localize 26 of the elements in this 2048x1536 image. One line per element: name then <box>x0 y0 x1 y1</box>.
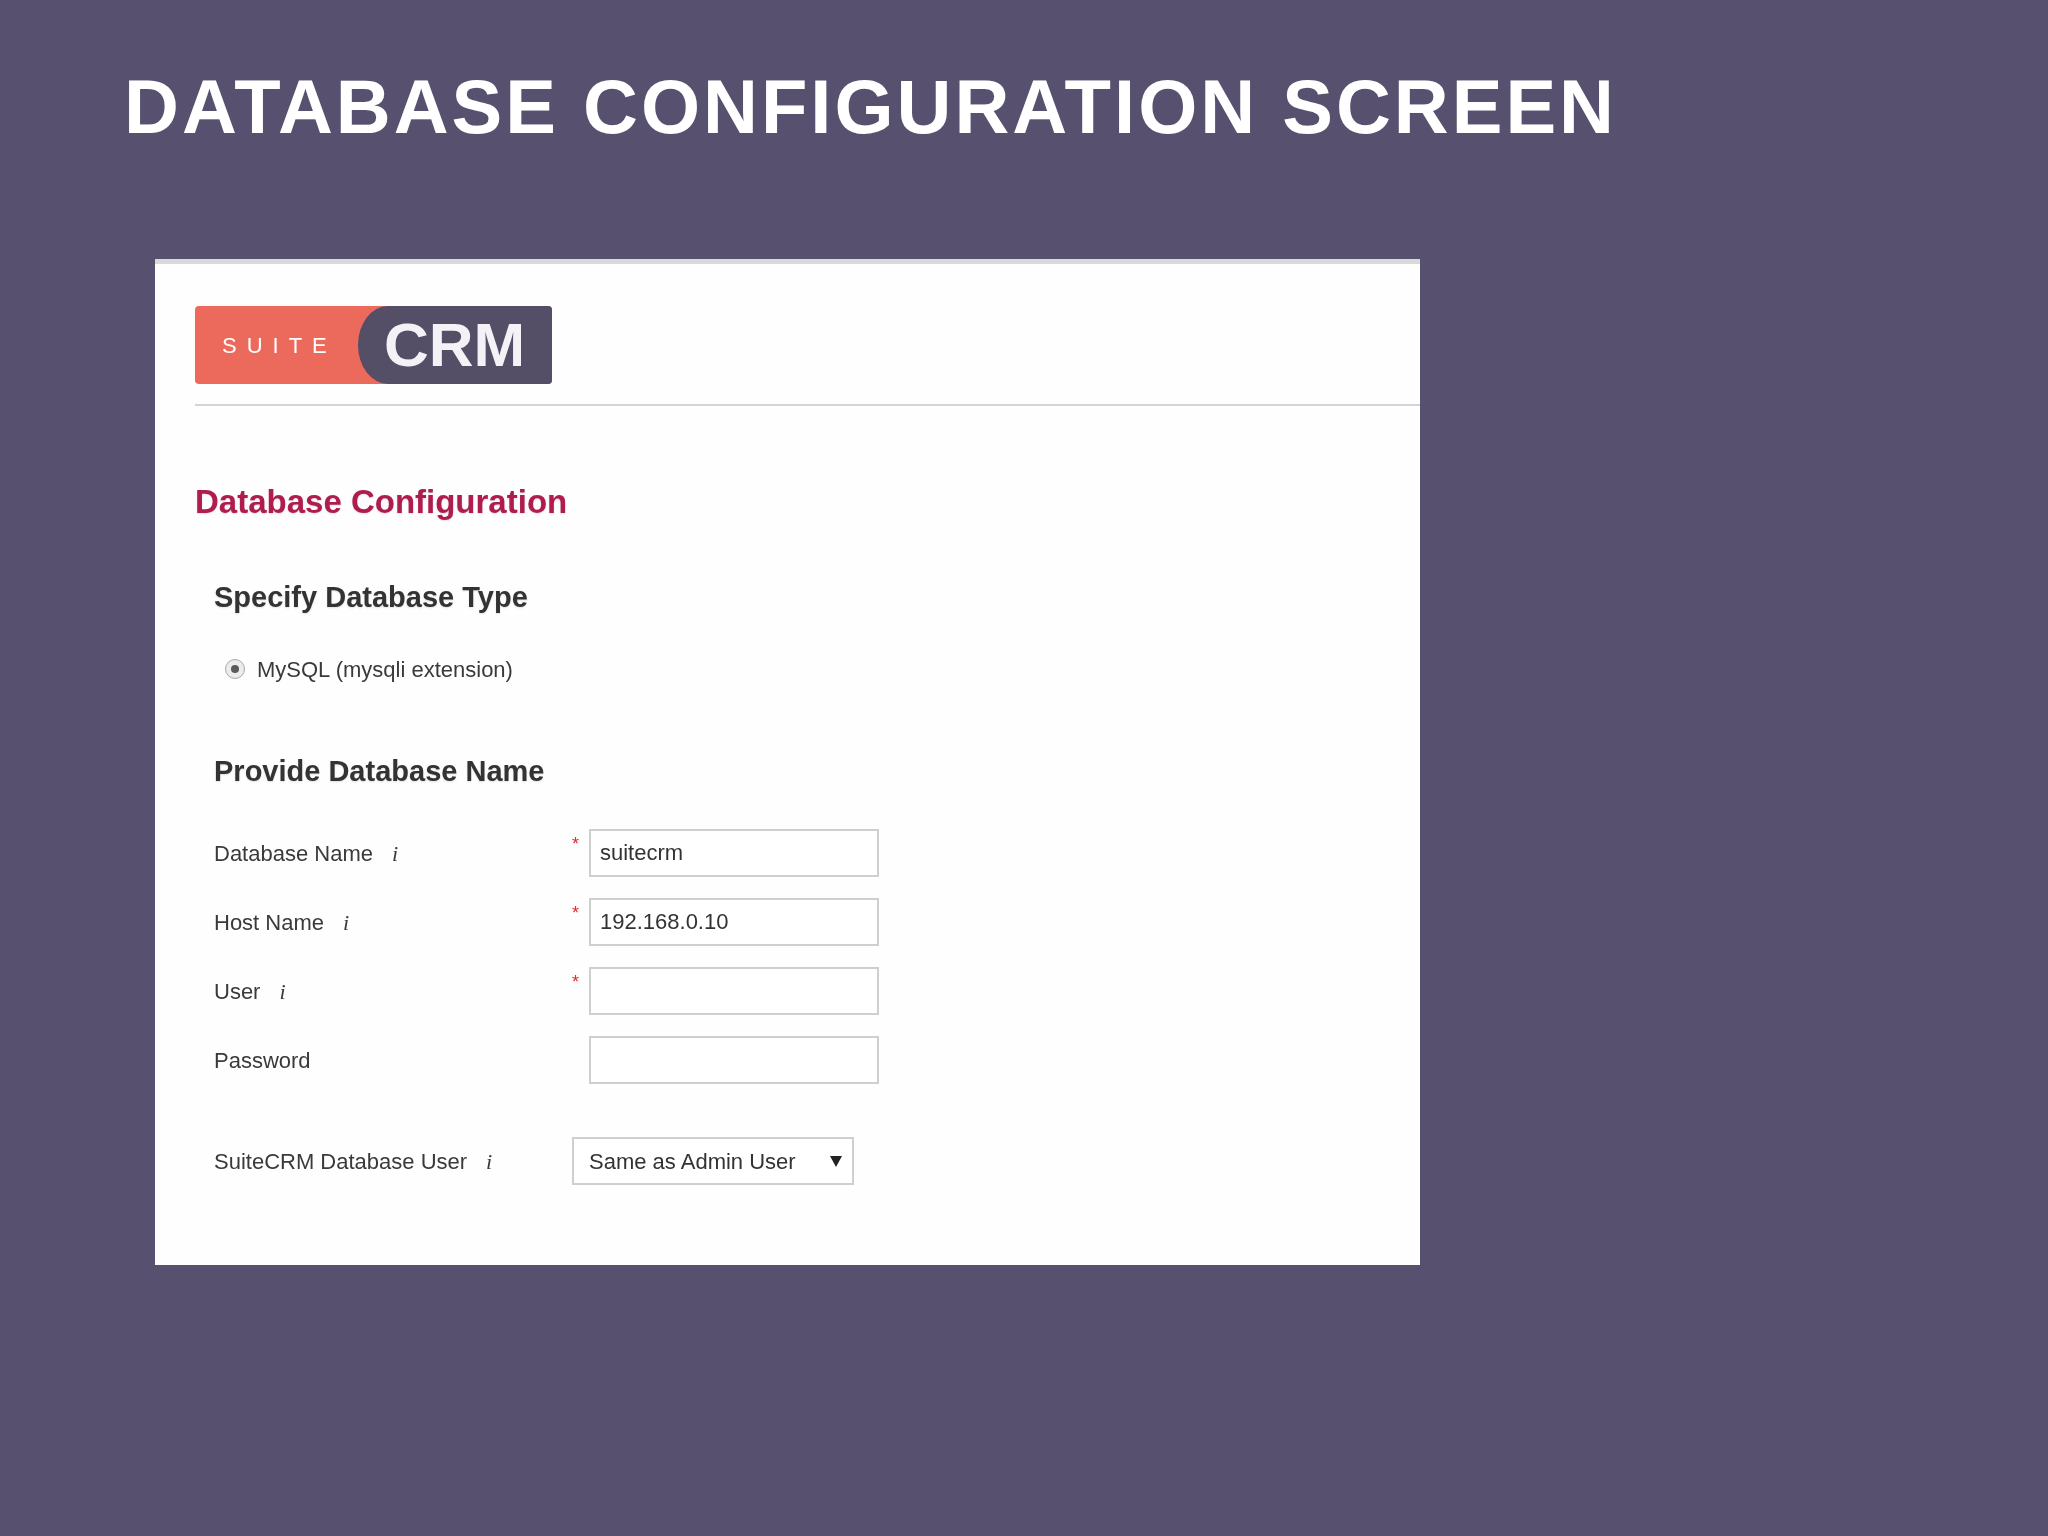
field-label: Password <box>214 1046 311 1075</box>
dropdown-select[interactable]: Same as Admin User <box>572 1137 854 1186</box>
section-heading: Provide Database Name <box>214 754 546 790</box>
radio-label: MySQL (mysqli extension) <box>257 655 513 684</box>
info-icon[interactable]: i <box>486 1144 493 1178</box>
text-field[interactable] <box>589 1036 879 1085</box>
field-label: Database Name <box>214 839 373 868</box>
radio-button[interactable] <box>225 659 245 680</box>
field-label: Host Name <box>214 908 325 937</box>
text-field[interactable]: suitecrm <box>589 829 879 878</box>
slide-title: DATABASE CONFIGURATION SCREEN <box>124 69 1617 145</box>
page-title: Database Configuration <box>195 482 569 522</box>
required-asterisk: * <box>572 971 580 992</box>
info-icon[interactable]: i <box>343 905 350 939</box>
info-icon[interactable]: i <box>392 836 399 870</box>
required-asterisk: * <box>572 833 580 854</box>
text-field[interactable]: 192.168.0.10 <box>589 898 879 947</box>
logo-prefix-text: SUITE <box>221 331 338 360</box>
field-label: SuiteCRM Database User <box>214 1147 468 1176</box>
caret-down-icon <box>830 1155 842 1168</box>
field-label: User <box>214 977 261 1006</box>
info-icon[interactable]: i <box>279 974 286 1008</box>
section-heading: Specify Database Type <box>214 579 529 615</box>
text-field[interactable] <box>589 967 879 1016</box>
required-asterisk: * <box>572 902 580 923</box>
logo-name-panel: CRM <box>358 306 552 384</box>
